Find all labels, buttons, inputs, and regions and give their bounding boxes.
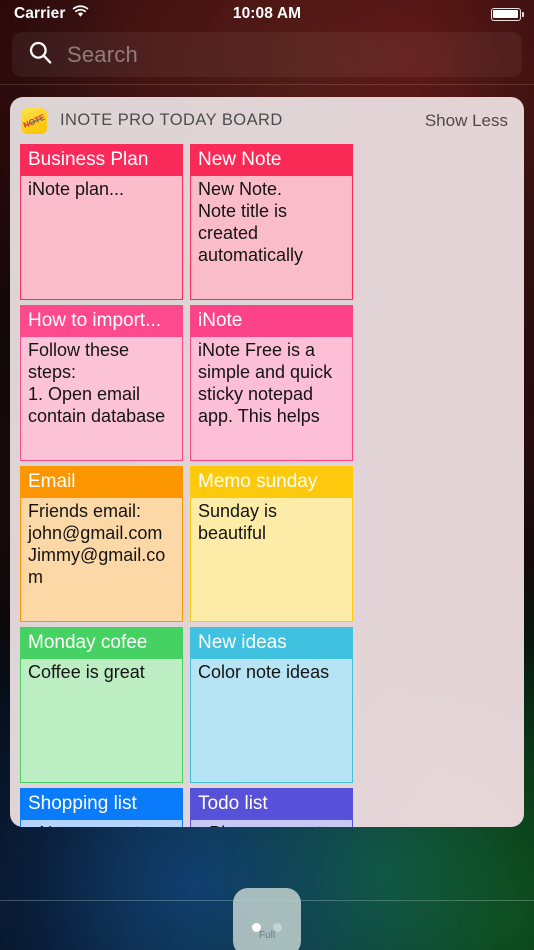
battery-full-icon xyxy=(490,7,521,21)
search-input[interactable]: Search xyxy=(67,42,138,68)
note-body: Follow these steps: 1. Open email contai… xyxy=(21,337,182,460)
status-bar-clock: 10:08 AM xyxy=(232,5,302,22)
note-tile[interactable]: Business Plan iNote plan... xyxy=(20,144,183,300)
note-title: Business Plan xyxy=(21,145,182,177)
today-view-screen: Carrier 10:08 AM Search NOTE INOTE PRO T… xyxy=(0,0,534,950)
notes-grid: Business Plan iNote plan... New Note New No… xyxy=(10,144,524,827)
note-body: iNote Free is a simple and quick sticky … xyxy=(191,337,352,460)
note-body: Color note ideas xyxy=(191,659,352,782)
battery-cap xyxy=(522,11,524,17)
search-icon xyxy=(28,40,53,70)
page-dot[interactable] xyxy=(252,923,261,932)
note-title: Monday cofee xyxy=(21,628,182,660)
home-screen-app-icon-peek[interactable]: Full xyxy=(233,888,301,950)
note-body: Friends email: john@gmail.com Jimmy@gmai… xyxy=(21,498,182,621)
search-divider xyxy=(0,84,534,85)
search-bar[interactable]: Search xyxy=(12,32,522,77)
page-indicator[interactable] xyxy=(0,923,534,932)
note-body: Sunday is beautiful xyxy=(191,498,352,621)
note-tile[interactable]: New ideas Color note ideas xyxy=(190,627,353,783)
page-dot[interactable] xyxy=(273,923,282,932)
status-bar: Carrier 10:08 AM xyxy=(0,0,534,28)
note-title: Memo sunday xyxy=(191,467,352,499)
note-body: New Note. Note title is created automati… xyxy=(191,176,352,299)
note-title: Email xyxy=(21,467,182,499)
note-body: iNote plan... xyxy=(21,176,182,299)
note-tile[interactable]: Monday cofee Coffee is great xyxy=(20,627,183,783)
note-tile[interactable]: How to import... Follow these steps: 1. O… xyxy=(20,305,183,461)
note-title: New ideas xyxy=(191,628,352,660)
home-screen-divider xyxy=(0,900,534,901)
note-title: How to import... xyxy=(21,306,182,338)
note-tile[interactable]: New Note New Note. Note title is created … xyxy=(190,144,353,300)
app-icon-label: NOTE xyxy=(21,111,47,130)
note-title: Shopping list xyxy=(21,789,182,821)
inote-app-icon: NOTE xyxy=(21,107,47,134)
note-body: Coffee is great xyxy=(21,659,182,782)
note-tile[interactable]: iNote iNote Free is a simple and quick st… xyxy=(190,305,353,461)
note-tile[interactable]: Todo list• Blog new post • Hangout with … xyxy=(190,788,353,827)
battery-fill xyxy=(492,9,519,19)
today-widget-card: NOTE INOTE PRO TODAY BOARD Show Less Bus… xyxy=(10,97,524,827)
note-tile[interactable]: Email Friends email: john@gmail.com Jimmy… xyxy=(20,466,183,622)
battery-indicator xyxy=(490,7,524,21)
note-tile[interactable]: Memo sunday Sunday is beautiful xyxy=(190,466,353,622)
note-title: Todo list xyxy=(191,789,352,821)
widget-title: INOTE PRO TODAY BOARD xyxy=(60,111,283,129)
note-tile[interactable]: Shopping list• New computer • New mouse xyxy=(20,788,183,827)
note-title: New Note xyxy=(191,145,352,177)
show-less-button[interactable]: Show Less xyxy=(425,111,508,131)
note-body: • New computer • New mouse xyxy=(21,820,182,827)
note-body: • Blog new post • Hangout with friends xyxy=(191,820,352,827)
widget-header: NOTE INOTE PRO TODAY BOARD Show Less xyxy=(10,97,524,144)
note-title: iNote xyxy=(191,306,352,338)
